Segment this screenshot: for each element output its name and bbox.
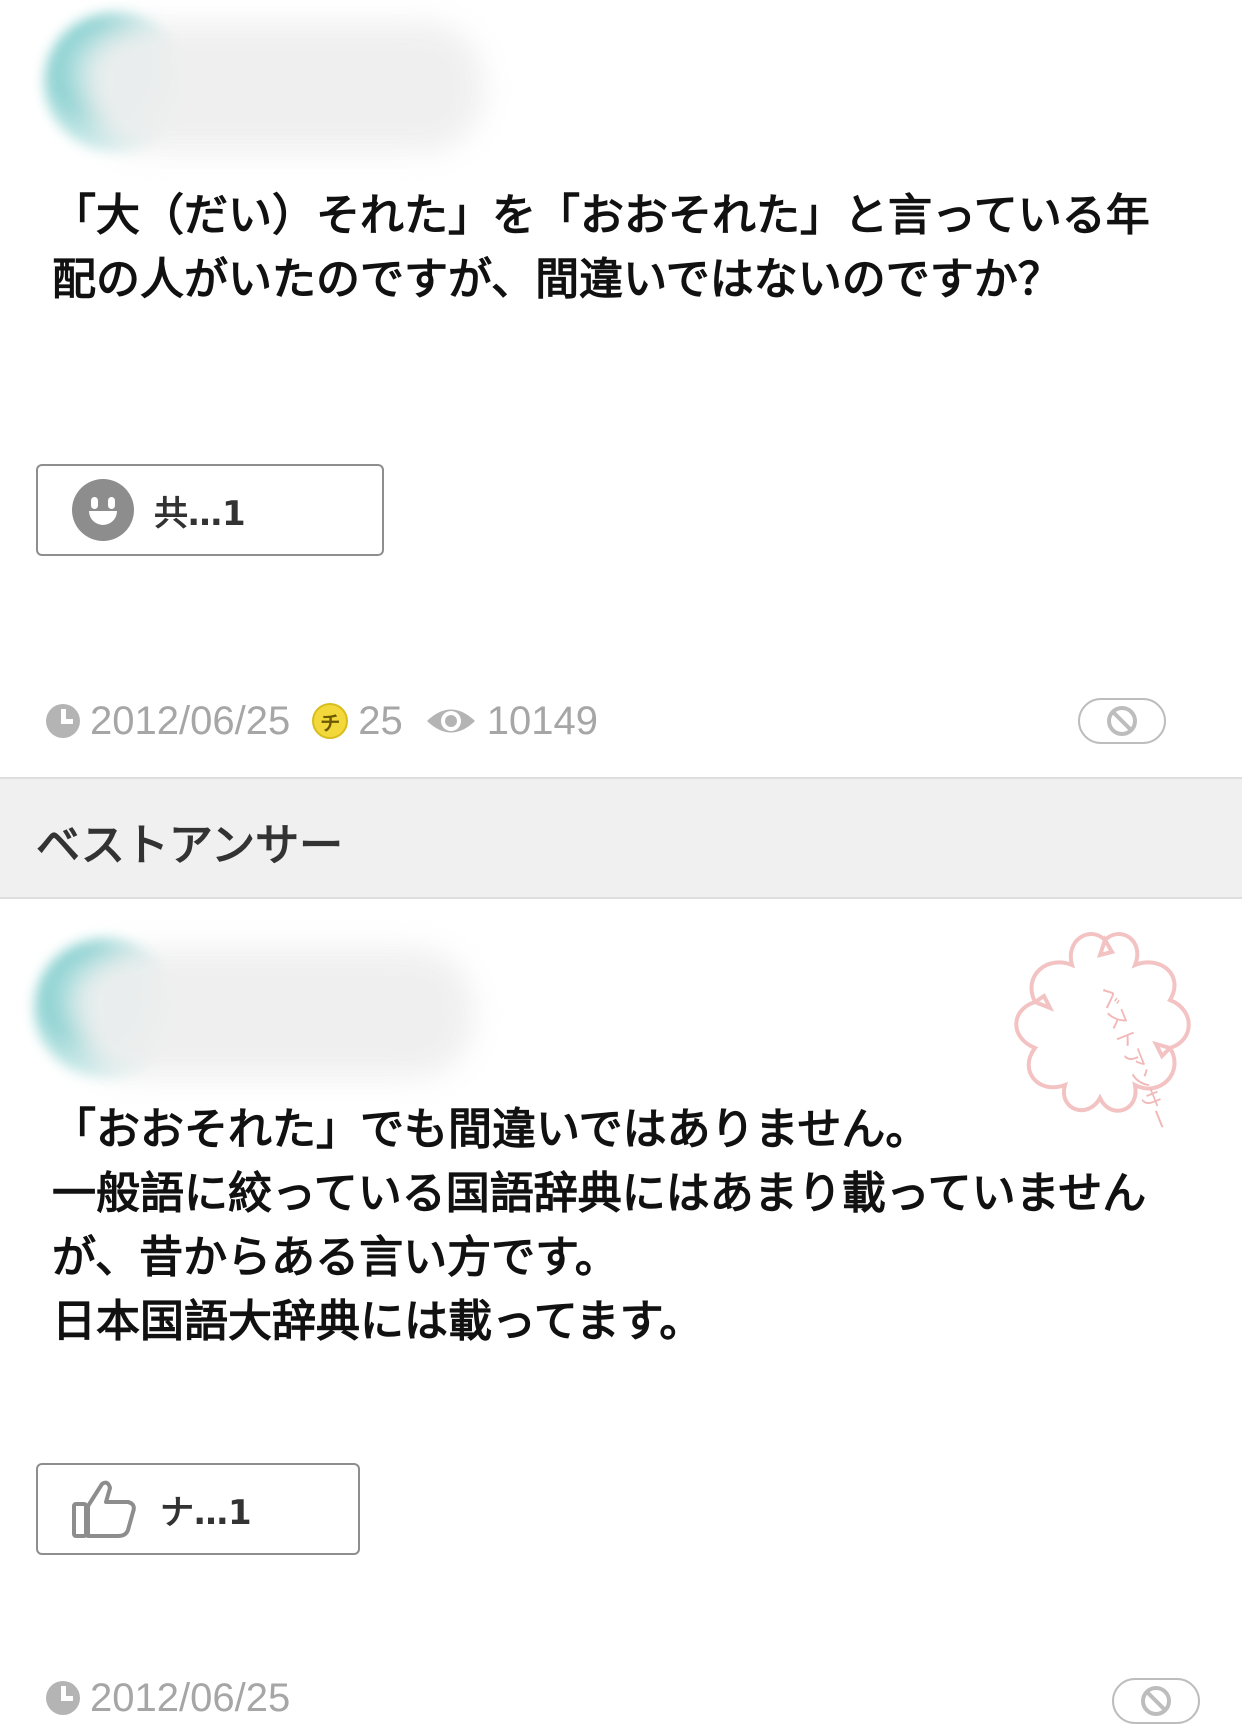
eye-icon <box>426 709 475 733</box>
smiley-face-icon <box>72 479 134 541</box>
user-name-blurred <box>74 948 474 1078</box>
thanks-button[interactable]: ナ…1 <box>36 1463 360 1555</box>
clock-icon <box>46 1681 80 1715</box>
question-views: 10149 <box>425 699 598 744</box>
question-date: 2012/06/25 <box>46 699 290 744</box>
user-name-blurred <box>84 22 484 152</box>
thumbs-up-icon <box>72 1480 136 1538</box>
question-coins: チ 25 <box>312 699 403 744</box>
best-answer-title: ベストアンサー <box>36 820 344 871</box>
answer-block-button[interactable] <box>1112 1678 1200 1724</box>
question-text: 「大（だい）それた」を「おおそれた」と言っている年配の人がいたのですが、間違いで… <box>52 190 1150 305</box>
block-icon <box>1107 706 1137 736</box>
best-answer-header: ベストアンサー <box>0 777 1242 899</box>
question-user-header[interactable] <box>44 12 504 162</box>
thanks-count-label: ナ…1 <box>160 1492 252 1533</box>
empathy-button[interactable]: 共…1 <box>36 464 384 556</box>
empathy-count-label: 共…1 <box>154 493 246 534</box>
answer-text: 「おおそれた」でも間違いではありません。 一般語に絞っている国語辞典にはあまり載… <box>52 1104 1147 1347</box>
answer-user-header[interactable] <box>34 938 494 1088</box>
clock-icon <box>46 704 80 738</box>
answer-date: 2012/06/25 <box>46 1676 290 1721</box>
answer-meta: 2012/06/25 <box>46 1670 312 1726</box>
block-icon <box>1141 1686 1171 1716</box>
coin-icon: チ <box>312 703 349 739</box>
question-meta: 2012/06/25 チ 25 10149 <box>46 693 620 749</box>
question-block-button[interactable] <box>1078 698 1166 744</box>
